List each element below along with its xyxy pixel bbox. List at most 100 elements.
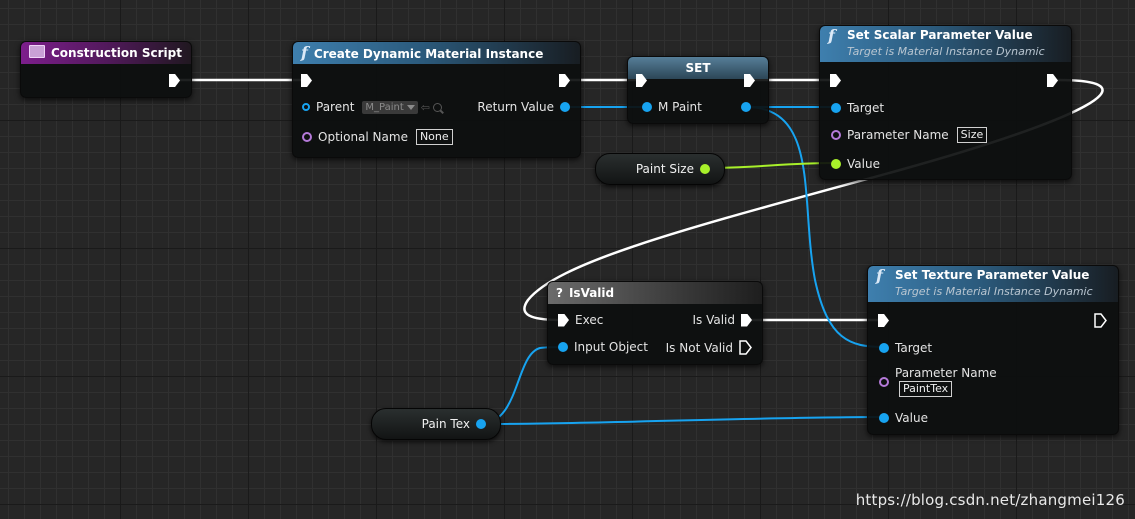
is-valid-title: IsValid bbox=[568, 286, 615, 300]
exec-pin-icon bbox=[830, 74, 841, 87]
construction-script-title: Construction Script bbox=[51, 46, 182, 60]
return-value-label: Return Value bbox=[477, 100, 554, 114]
set-texture-value-pin[interactable]: Value bbox=[879, 411, 934, 425]
set-mpaint-out[interactable] bbox=[741, 102, 751, 112]
target-label: Target bbox=[847, 101, 885, 115]
data-pin-icon bbox=[558, 342, 568, 352]
set-exec-out[interactable] bbox=[744, 74, 755, 87]
parameter-name-group: Parameter Name PaintTex bbox=[895, 366, 997, 397]
set-title: SET bbox=[685, 61, 711, 75]
set-texture-exec-in[interactable] bbox=[878, 314, 889, 327]
construction-script-header: Construction Script bbox=[21, 42, 191, 64]
set-exec-in[interactable] bbox=[636, 74, 647, 87]
paint-size-label: Paint Size bbox=[635, 162, 694, 176]
data-pin-icon bbox=[302, 103, 310, 111]
watermark: https://blog.csdn.net/zhangmei126 bbox=[855, 491, 1125, 509]
parent-dropdown[interactable]: M_Paint bbox=[362, 100, 418, 114]
set-texture-title: Set Texture Parameter Value bbox=[895, 268, 1090, 282]
exec-label: Exec bbox=[575, 313, 604, 327]
data-pin-icon[interactable] bbox=[476, 419, 486, 429]
set-scalar-exec-out[interactable] bbox=[1047, 74, 1058, 87]
set-scalar-target-pin[interactable]: Target bbox=[831, 101, 890, 115]
function-icon: f bbox=[828, 26, 835, 45]
set-texture-param-name-pin[interactable]: Parameter Name PaintTex bbox=[879, 366, 997, 397]
data-pin-icon bbox=[741, 102, 751, 112]
create-dmi-optional-name-pin[interactable]: Optional Name None bbox=[302, 129, 453, 145]
exec-pin-icon bbox=[1094, 313, 1107, 328]
exec-pin-icon bbox=[878, 314, 889, 327]
construction-script-exec-out[interactable] bbox=[169, 74, 180, 87]
exec-pin-icon bbox=[739, 340, 752, 355]
data-pin-icon bbox=[879, 377, 889, 387]
paint-size-variable[interactable]: Paint Size bbox=[595, 153, 725, 185]
set-texture-target-pin[interactable]: Target bbox=[879, 341, 938, 355]
create-dmi-header: f Create Dynamic Material Instance bbox=[293, 42, 580, 64]
is-valid-exec-in[interactable]: Exec bbox=[558, 313, 609, 327]
exec-pin-icon bbox=[741, 313, 752, 327]
set-texture-node[interactable]: f Set Texture Parameter Value Target is … bbox=[867, 265, 1119, 435]
set-texture-exec-out[interactable] bbox=[1094, 313, 1107, 328]
exec-pin-icon bbox=[301, 74, 312, 87]
create-dmi-parent-pin[interactable]: Parent M_Paint ⇦ bbox=[302, 100, 443, 114]
data-pin-icon bbox=[560, 102, 570, 112]
pain-tex-variable[interactable]: Pain Tex bbox=[371, 408, 501, 440]
value-label: Value bbox=[847, 157, 880, 171]
set-scalar-value-pin[interactable]: Value bbox=[831, 157, 886, 171]
function-icon: f bbox=[876, 266, 883, 285]
construction-script-node[interactable]: Construction Script bbox=[20, 41, 192, 98]
pain-tex-label: Pain Tex bbox=[421, 417, 470, 431]
create-dmi-exec-out[interactable] bbox=[559, 74, 570, 87]
set-scalar-exec-in[interactable] bbox=[830, 74, 841, 87]
optional-name-field[interactable]: None bbox=[415, 129, 453, 145]
data-pin-icon bbox=[831, 130, 841, 140]
value-label: Value bbox=[895, 411, 928, 425]
browse-magnifier-icon[interactable] bbox=[433, 102, 443, 112]
is-valid-node[interactable]: ? IsValid Exec Input Object Is Valid Is N… bbox=[547, 281, 763, 365]
set-scalar-title: Set Scalar Parameter Value bbox=[847, 28, 1033, 42]
exec-pin-icon bbox=[559, 74, 570, 87]
data-pin-icon bbox=[302, 132, 312, 142]
exec-pin-icon bbox=[1047, 74, 1058, 87]
set-scalar-node[interactable]: f Set Scalar Parameter Value Target is M… bbox=[819, 25, 1072, 180]
input-object-label: Input Object bbox=[574, 340, 648, 354]
parent-value: M_Paint bbox=[365, 101, 404, 113]
parameter-name-label: Parameter Name bbox=[895, 366, 997, 380]
dropdown-caret-icon bbox=[406, 104, 415, 110]
is-not-valid-label: Is Not Valid bbox=[665, 340, 733, 355]
data-pin-icon bbox=[831, 159, 841, 169]
mpaint-label: M Paint bbox=[658, 100, 702, 114]
set-scalar-subtitle: Target is Material Instance Dynamic bbox=[847, 45, 1045, 58]
object-wire-paintex-to-value bbox=[479, 416, 885, 425]
exec-pin-icon bbox=[744, 74, 755, 87]
set-scalar-header: f Set Scalar Parameter Value Target is M… bbox=[820, 26, 1071, 62]
create-dmi-node[interactable]: f Create Dynamic Material Instance Parent… bbox=[292, 41, 581, 158]
parameter-name-field[interactable]: Size bbox=[956, 127, 988, 143]
optional-name-label: Optional Name bbox=[318, 130, 408, 144]
data-pin-icon bbox=[642, 102, 652, 112]
is-valid-label: Is Valid bbox=[692, 313, 735, 327]
create-dmi-return-pin[interactable]: Return Value bbox=[471, 100, 570, 114]
is-valid-false-out[interactable]: Is Not Valid bbox=[660, 340, 752, 355]
data-pin-icon bbox=[879, 343, 889, 353]
use-selected-arrow-icon[interactable]: ⇦ bbox=[421, 101, 430, 114]
exec-pin-icon bbox=[558, 313, 569, 327]
set-scalar-param-name-pin[interactable]: Parameter Name Size bbox=[831, 127, 988, 143]
target-label: Target bbox=[895, 341, 933, 355]
question-icon: ? bbox=[556, 286, 563, 300]
exec-pin-icon bbox=[169, 74, 180, 87]
create-dmi-title: Create Dynamic Material Instance bbox=[313, 47, 544, 61]
set-mpaint-in[interactable]: M Paint bbox=[642, 100, 708, 114]
is-valid-input-pin[interactable]: Input Object bbox=[558, 340, 654, 354]
set-mpaint-node[interactable]: SET M Paint bbox=[627, 56, 769, 124]
set-texture-header: f Set Texture Parameter Value Target is … bbox=[868, 266, 1118, 302]
data-pin-icon bbox=[831, 103, 841, 113]
data-pin-icon bbox=[879, 413, 889, 423]
set-texture-subtitle: Target is Material Instance Dynamic bbox=[895, 285, 1093, 298]
parameter-name-field[interactable]: PaintTex bbox=[899, 381, 953, 397]
function-icon: f bbox=[301, 43, 308, 62]
create-dmi-exec-in[interactable] bbox=[301, 74, 312, 87]
parameter-name-label: Parameter Name bbox=[847, 128, 949, 142]
data-pin-icon[interactable] bbox=[700, 164, 710, 174]
is-valid-header: ? IsValid bbox=[548, 282, 762, 304]
is-valid-true-out[interactable]: Is Valid bbox=[686, 313, 752, 327]
